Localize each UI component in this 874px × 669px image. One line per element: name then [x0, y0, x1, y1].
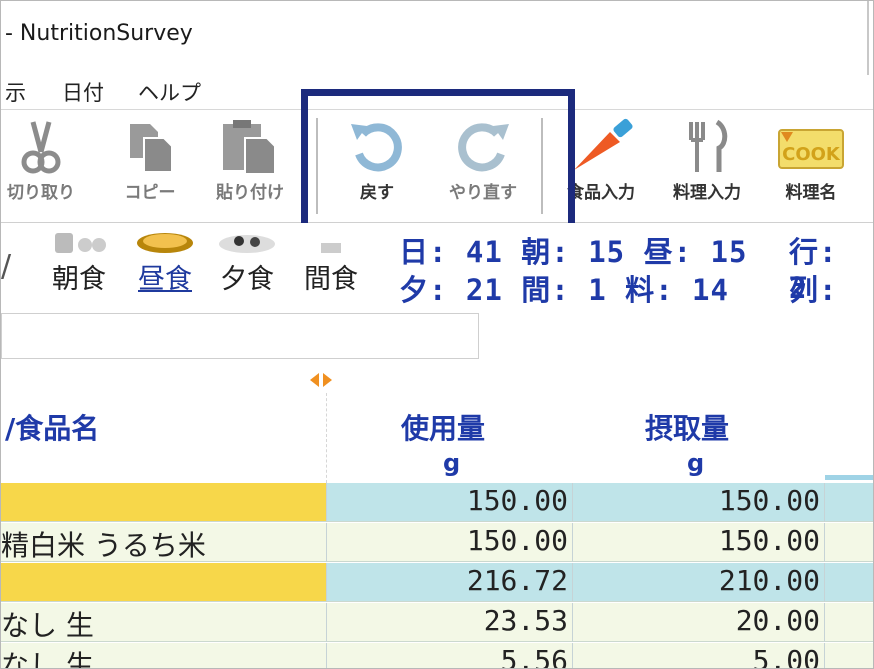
used-cell[interactable]: 150.00 — [326, 483, 572, 522]
intake-value: 150.00 — [718, 484, 820, 517]
dinner-icon — [219, 235, 275, 253]
breakfast-icon — [55, 233, 106, 253]
intake-value: 5.00 — [752, 644, 820, 669]
cut-label: 切り取り — [7, 183, 75, 203]
table-row[interactable]: 150.00 150.00 — [1, 483, 873, 523]
table-row[interactable]: 精白米 うるち米 150.00 150.00 — [1, 523, 873, 563]
dish-input-button[interactable]: 料理入力 — [667, 118, 747, 218]
lunch-icon — [137, 233, 193, 253]
intake-unit: g — [687, 449, 705, 477]
title-bar: - NutritionSurvey — [1, 1, 873, 75]
menu-view[interactable]: 示 — [5, 77, 26, 107]
used-cell[interactable]: 5.56 — [326, 643, 572, 669]
lunch-label: 昼食 — [138, 264, 192, 295]
food-name: なし 生 — [1, 649, 94, 669]
name-cell[interactable] — [1, 563, 326, 602]
food-name: なし 生 — [1, 609, 94, 642]
header-intake-amount[interactable]: 摂取量 — [645, 407, 729, 447]
carrot-icon — [574, 118, 633, 170]
app-window: - NutritionSurvey 示 日付 ヘルプ 切り取り コピー 貼り付け… — [0, 0, 874, 669]
meal-count-line2: 夕: 21 間: 1 料: 14 — [399, 273, 729, 307]
copy-button[interactable]: コピー — [110, 118, 190, 218]
intake-cell[interactable]: 150.00 — [572, 483, 824, 522]
paste-icon — [223, 120, 276, 175]
intake-cell[interactable]: 5.00 — [572, 643, 824, 669]
used-unit: g — [443, 449, 461, 477]
copy-label: コピー — [124, 183, 176, 203]
scissors-icon — [21, 121, 61, 174]
intake-cell[interactable]: 210.00 — [572, 563, 824, 602]
copy-icon — [130, 124, 173, 173]
used-value: 23.53 — [483, 604, 568, 637]
name-cell[interactable]: なし 生 — [1, 643, 326, 669]
table-row[interactable]: なし 生 23.53 20.00 — [1, 603, 873, 643]
name-cell[interactable] — [1, 483, 326, 522]
table-row[interactable]: なし 生 5.56 5.00 — [1, 643, 873, 669]
extra-cell[interactable] — [824, 563, 873, 602]
extra-cell[interactable] — [824, 523, 873, 562]
undo-redo-highlight — [301, 89, 575, 233]
extra-cell[interactable] — [824, 483, 873, 522]
cook-text: COOK — [782, 144, 841, 165]
intake-value: 20.00 — [735, 604, 820, 637]
cook-book-icon: COOK — [778, 129, 844, 169]
breakfast-tab[interactable]: 朝食 — [49, 229, 109, 296]
table-row[interactable]: 216.72 210.00 — [1, 563, 873, 603]
dinner-label: 夕食 — [220, 264, 274, 295]
resize-right-arrow-icon[interactable] — [323, 373, 332, 387]
header-used-amount[interactable]: 使用量 — [401, 407, 485, 447]
menu-date[interactable]: 日付 — [62, 77, 104, 107]
intake-value: 150.00 — [718, 524, 820, 557]
used-value: 150.00 — [466, 484, 568, 517]
food-search-input[interactable] — [1, 313, 479, 359]
snack-tab[interactable]: 間食 — [299, 229, 363, 296]
intake-value: 210.00 — [718, 564, 820, 597]
paste-button[interactable]: 貼り付け — [210, 118, 290, 218]
intake-cell[interactable]: 20.00 — [572, 603, 824, 642]
dinner-tab[interactable]: 夕食 — [215, 229, 279, 296]
lunch-tab[interactable]: 昼食 — [133, 229, 197, 296]
used-value: 150.00 — [466, 524, 568, 557]
snack-label: 間食 — [304, 264, 358, 295]
window-title: - NutritionSurvey — [5, 21, 193, 46]
meal-bar: / 朝食 昼食 夕食 間食 日: 41 朝: 15 昼: 15 夕: 21 間:… — [1, 223, 873, 309]
dish-name-label: 料理名 — [785, 183, 837, 203]
window-edge — [867, 1, 869, 75]
column-divider — [326, 393, 328, 483]
resize-left-arrow-icon[interactable] — [310, 373, 319, 387]
used-cell[interactable]: 216.72 — [326, 563, 572, 602]
used-cell[interactable]: 150.00 — [326, 523, 572, 562]
intake-cell[interactable]: 150.00 — [572, 523, 824, 562]
snack-icon — [321, 243, 341, 253]
column-indicator: 列: — [789, 273, 838, 307]
used-cell[interactable]: 23.53 — [326, 603, 572, 642]
extra-cell[interactable] — [824, 643, 873, 668]
fork-knife-icon — [689, 119, 728, 172]
extra-cell[interactable] — [824, 603, 873, 642]
used-value: 5.56 — [500, 644, 568, 669]
name-cell[interactable]: 精白米 うるち米 — [1, 523, 326, 562]
dish-input-label: 料理入力 — [673, 183, 741, 203]
food-name: 精白米 うるち米 — [1, 529, 206, 562]
meal-count-line1: 日: 41 朝: 15 昼: 15 — [399, 235, 748, 269]
menu-help[interactable]: ヘルプ — [138, 77, 201, 107]
used-value: 216.72 — [466, 564, 568, 597]
paste-label: 貼り付け — [216, 183, 284, 203]
breakfast-label: 朝食 — [52, 264, 106, 295]
dish-name-button[interactable]: COOK 料理名 — [771, 118, 851, 218]
food-table: /食品名 使用量 摂取量 g g 150.00 150.00 精白米 うるち米 150… — [1, 363, 873, 669]
horizontal-scroll-hint — [825, 475, 873, 480]
cut-button[interactable]: 切り取り — [1, 118, 81, 218]
meal-separator: / — [1, 249, 12, 284]
header-food-name[interactable]: /食品名 — [5, 407, 99, 447]
name-cell[interactable]: なし 生 — [1, 603, 326, 642]
